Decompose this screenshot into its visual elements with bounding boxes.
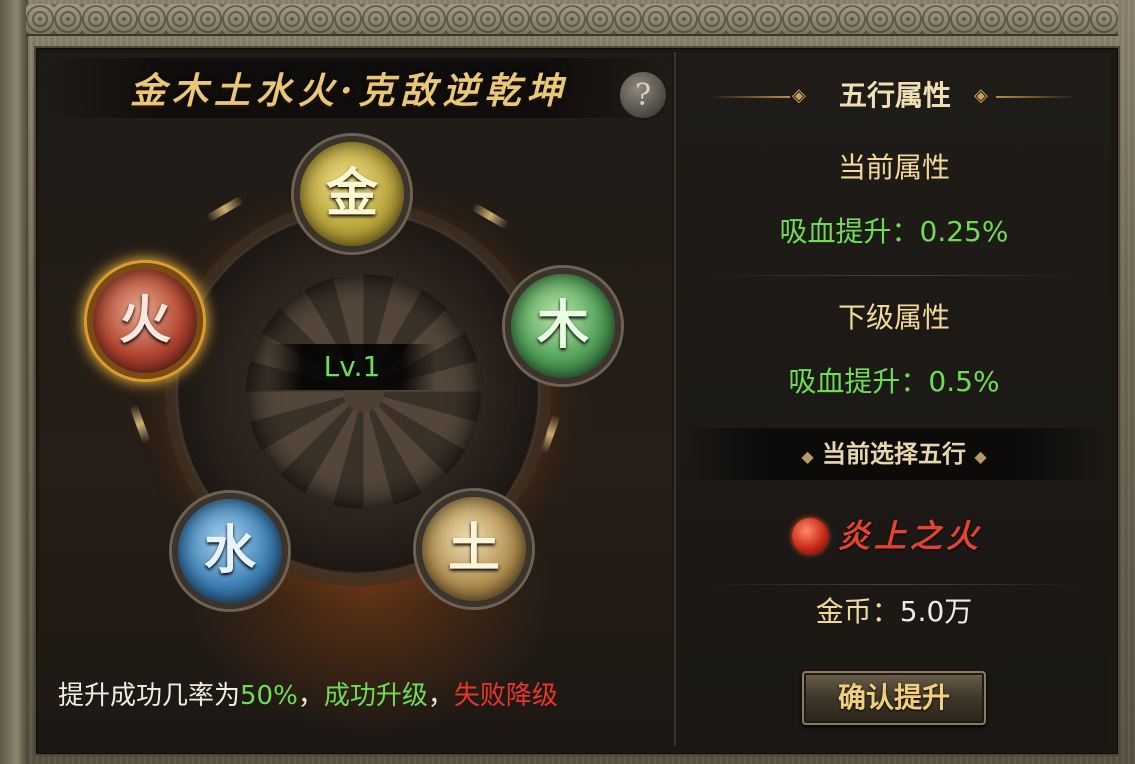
rate-prefix: 提升成功几率为 — [58, 681, 241, 711]
diamond-icon: ◆ — [801, 447, 814, 466]
rate-comma: ， — [427, 681, 454, 711]
current-attr-label: 当前属性 — [837, 151, 950, 184]
rate-fail-text: 失败降级 — [453, 681, 558, 711]
separator — [700, 584, 1090, 585]
orb-earth-button[interactable]: 土 — [416, 491, 532, 607]
header-rule-right — [996, 96, 1076, 98]
selected-element-name: 炎上之火 — [838, 517, 983, 555]
panel-divider — [674, 52, 676, 746]
help-icon[interactable]: ? — [618, 70, 668, 120]
gold-label: 金币： — [815, 595, 900, 628]
ornament-icon: ◈ — [792, 85, 806, 106]
level-label: Lv.1 — [323, 350, 381, 383]
orb-fire-button[interactable]: 火 — [87, 263, 203, 379]
header-rule-left — [710, 96, 790, 98]
attribute-header: 五行属性 — [838, 79, 951, 112]
orb-wood-button[interactable]: 木 — [505, 268, 621, 384]
fire-element-icon — [792, 518, 828, 554]
gold-value: 5.0万 — [899, 595, 973, 628]
selection-title-text: 当前选择五行 — [822, 440, 966, 468]
next-attr-label: 下级属性 — [837, 301, 950, 334]
selection-title: ◆ 当前选择五行 ◆ — [678, 436, 1110, 475]
rate-comma: ， — [297, 681, 324, 711]
orb-metal-button[interactable]: 金 — [294, 136, 410, 252]
panel-title: 金木土水火·克敌逆乾坤 — [130, 70, 569, 112]
success-rate-text: 提升成功几率为50%，成功升级，失败降级 — [58, 672, 668, 720]
orb-water-button[interactable]: 水 — [172, 493, 288, 609]
rate-success-text: 成功升级 — [323, 681, 428, 711]
rate-value: 50% — [240, 681, 298, 711]
wheel-dragon-emblem — [240, 268, 487, 515]
gold-cost: 金币：5.0万 — [678, 590, 1110, 634]
diamond-icon: ◆ — [974, 447, 987, 466]
ornament-icon: ◈ — [974, 85, 988, 106]
top-ornament-border — [26, 4, 1118, 36]
rock-border — [0, 0, 28, 764]
current-attr-value: 吸血提升：0.25% — [779, 215, 1009, 248]
next-attr-value: 吸血提升：0.5% — [788, 365, 1000, 398]
confirm-upgrade-button[interactable]: 确认提升 — [802, 671, 986, 725]
separator — [700, 275, 1090, 276]
